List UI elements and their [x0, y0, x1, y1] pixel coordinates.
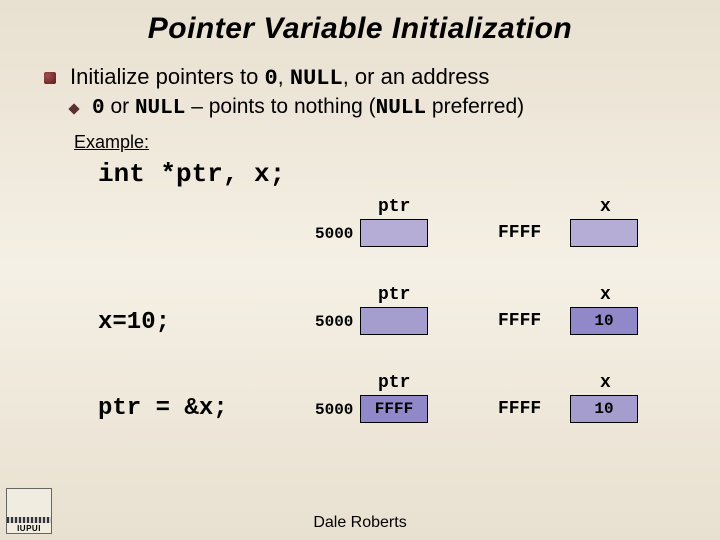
ptr-addr-2: 5000 — [315, 401, 353, 419]
bullet-1-code-null: NULL — [290, 66, 343, 91]
sub-code-0: 0 — [92, 97, 105, 120]
x-label-2: x — [600, 373, 611, 393]
sub-text-c: preferred) — [426, 95, 524, 118]
sub-code-null: NULL — [135, 97, 185, 120]
example-label: Example: — [74, 132, 696, 153]
x-label-1: x — [600, 285, 611, 305]
diagram-row-2: ptr = &x; ptr 5000 FFFF FFFF x 10 — [70, 367, 696, 453]
stmt-1: x=10; — [98, 309, 170, 336]
gap-addr-1: FFFF — [498, 311, 541, 331]
sub-text-a: or — [105, 95, 135, 118]
gap-addr-2: FFFF — [498, 399, 541, 419]
bullet-1-text-a: Initialize pointers to — [70, 64, 264, 89]
bullet-1: Initialize pointers to 0, NULL, or an ad… — [70, 64, 696, 91]
bullet-1-code-0: 0 — [264, 66, 277, 91]
ptr-addr-1: 5000 — [315, 313, 353, 331]
ptr-box-2: FFFF — [360, 395, 428, 423]
slide-title: Pointer Variable Initialization — [0, 0, 720, 64]
gap-addr-0: FFFF — [498, 223, 541, 243]
bullet-1-sub: 0 or NULL – points to nothing (NULL pref… — [92, 95, 696, 120]
bullet-icon — [44, 72, 56, 84]
diagram-area: ptr 5000 FFFF x x=10; ptr 5000 FFFF x 10… — [70, 189, 696, 469]
sub-code-null2: NULL — [376, 97, 426, 120]
x-box-2: 10 — [570, 395, 638, 423]
stmt-2: ptr = &x; — [98, 395, 228, 422]
ptr-box-1 — [360, 307, 428, 335]
x-label-0: x — [600, 197, 611, 217]
ptr-label-0: ptr — [378, 197, 410, 217]
sub-text-b: – points to nothing ( — [185, 95, 375, 118]
bullet-1-text-c: , or an address — [343, 64, 490, 89]
footer-author: Dale Roberts — [0, 514, 720, 532]
content-area: Initialize pointers to 0, NULL, or an ad… — [0, 64, 720, 469]
ptr-label-2: ptr — [378, 373, 410, 393]
diagram-row-0: ptr 5000 FFFF x — [70, 195, 696, 281]
diagram-row-1: x=10; ptr 5000 FFFF x 10 — [70, 281, 696, 367]
ptr-addr-0: 5000 — [315, 225, 353, 243]
x-box-1: 10 — [570, 307, 638, 335]
sub-bullet-icon — [68, 103, 79, 114]
x-box-0 — [570, 219, 638, 247]
bullet-1-text-b: , — [278, 64, 290, 89]
code-declaration: int *ptr, x; — [98, 159, 696, 189]
ptr-label-1: ptr — [378, 285, 410, 305]
ptr-box-0 — [360, 219, 428, 247]
